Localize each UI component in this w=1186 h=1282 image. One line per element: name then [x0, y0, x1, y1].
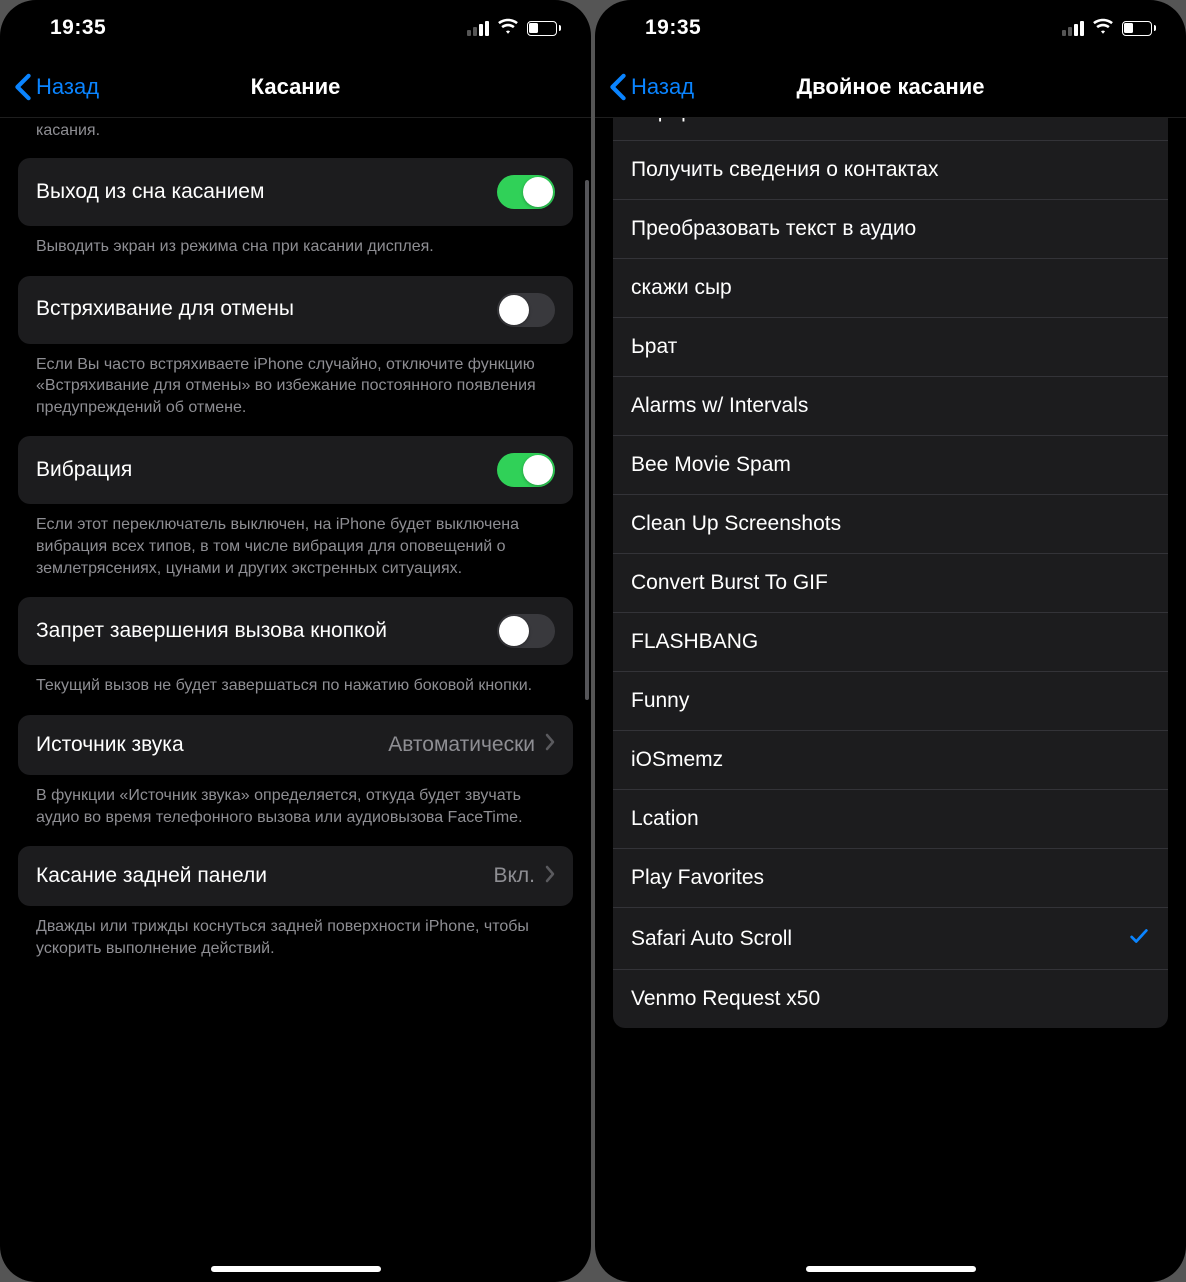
scroll-indicator[interactable]	[585, 180, 589, 700]
toggle-switch[interactable]	[497, 614, 555, 648]
row-footer: Текущий вызов не будет завершаться по на…	[18, 665, 573, 697]
list-item[interactable]: Funny	[613, 671, 1168, 730]
settings-group: Выход из сна касанием	[18, 158, 573, 226]
row-label: Запрет завершения вызова кнопкой	[36, 618, 497, 644]
row-footer: Выводить экран из режима сна при касании…	[18, 226, 573, 258]
list-item[interactable]: Bee Movie Spam	[613, 435, 1168, 494]
battery-icon	[1122, 21, 1157, 36]
list-item-label: Lcation	[631, 807, 1150, 831]
chevron-right-icon	[545, 733, 555, 756]
list-item[interactable]: iOSmemz	[613, 730, 1168, 789]
list-item-label: Ьрат	[631, 335, 1150, 359]
row-label: Вибрация	[36, 457, 497, 483]
list-item-label: Funny	[631, 689, 1150, 713]
status-time: 19:35	[50, 16, 106, 40]
list-item[interactable]: Получить сведения о контактах	[613, 140, 1168, 199]
wifi-icon	[1092, 15, 1114, 42]
list-item[interactable]: Перерыв	[613, 118, 1168, 140]
back-button[interactable]: Назад	[14, 73, 99, 101]
list-item[interactable]: Преобразовать текст в аудио	[613, 199, 1168, 258]
settings-list: касания. Выход из сна касанием Выводить э…	[0, 118, 591, 1282]
list-item-label: Clean Up Screenshots	[631, 512, 1150, 536]
list-item-label: Convert Burst To GIF	[631, 571, 1150, 595]
toggle-switch[interactable]	[497, 453, 555, 487]
list-item-label: Преобразовать текст в аудио	[631, 217, 1150, 241]
toggle-switch[interactable]	[497, 293, 555, 327]
list-item-label: Venmo Request x50	[631, 987, 1150, 1011]
row-footer: Дважды или трижды коснуться задней повер…	[18, 906, 573, 959]
settings-row[interactable]: Источник звукаАвтоматически	[18, 715, 573, 775]
list-item[interactable]: Alarms w/ Intervals	[613, 376, 1168, 435]
row-footer: Если этот переключатель выключен, на iPh…	[18, 504, 573, 579]
list-item[interactable]: Play Favorites	[613, 848, 1168, 907]
list-item-label: Bee Movie Spam	[631, 453, 1150, 477]
chevron-left-icon	[609, 73, 627, 101]
status-icons	[467, 15, 562, 42]
list-item-label: Safari Auto Scroll	[631, 927, 1128, 951]
cellular-signal-icon	[1062, 21, 1084, 36]
back-button[interactable]: Назад	[609, 73, 694, 101]
status-time: 19:35	[645, 16, 701, 40]
truncated-footer-text: касания.	[18, 118, 573, 140]
list-item-label: FLASHBANG	[631, 630, 1150, 654]
row-value: Автоматически	[388, 733, 535, 757]
list-item-label: Перерыв	[631, 118, 1150, 123]
checkmark-icon	[1128, 925, 1150, 952]
battery-icon	[527, 21, 562, 36]
settings-row[interactable]: Касание задней панелиВкл.	[18, 846, 573, 906]
list-item[interactable]: Convert Burst To GIF	[613, 553, 1168, 612]
nav-bar: Назад Касание	[0, 56, 591, 118]
list-item[interactable]: Ьрат	[613, 317, 1168, 376]
list-item[interactable]: скажи сыр	[613, 258, 1168, 317]
row-label: Встряхивание для отмены	[36, 296, 497, 322]
cellular-signal-icon	[467, 21, 489, 36]
list-item-label: Alarms w/ Intervals	[631, 394, 1150, 418]
wifi-icon	[497, 15, 519, 42]
status-bar: 19:35	[0, 0, 591, 56]
list-item[interactable]: FLASHBANG	[613, 612, 1168, 671]
settings-row: Выход из сна касанием	[18, 158, 573, 226]
status-icons	[1062, 15, 1157, 42]
settings-group: Вибрация	[18, 436, 573, 504]
row-label: Касание задней панели	[36, 863, 493, 889]
list-item-label: Play Favorites	[631, 866, 1150, 890]
shortcut-list: Перерыв Получить сведения о контактах Прео…	[595, 118, 1186, 1282]
settings-group: Запрет завершения вызова кнопкой	[18, 597, 573, 665]
settings-row: Встряхивание для отмены	[18, 276, 573, 344]
row-footer: В функции «Источник звука» определяется,…	[18, 775, 573, 828]
list-item[interactable]: Clean Up Screenshots	[613, 494, 1168, 553]
right-screenshot: 19:35 Назад Двойное касание Перерыв Получ…	[595, 0, 1186, 1282]
chevron-right-icon	[545, 865, 555, 888]
left-screenshot: 19:35 Назад Касание касания. Выход из сн…	[0, 0, 591, 1282]
list-item-label: iOSmemz	[631, 748, 1150, 772]
settings-group: Источник звукаАвтоматически	[18, 715, 573, 775]
status-bar: 19:35	[595, 0, 1186, 56]
back-label: Назад	[631, 74, 694, 100]
row-value: Вкл.	[493, 864, 535, 888]
home-indicator[interactable]	[211, 1266, 381, 1272]
home-indicator[interactable]	[806, 1266, 976, 1272]
list-item-label: Получить сведения о контактах	[631, 158, 1150, 182]
nav-bar: Назад Двойное касание	[595, 56, 1186, 118]
row-label: Источник звука	[36, 732, 388, 758]
list-item[interactable]: Lcation	[613, 789, 1168, 848]
list-item-label: скажи сыр	[631, 276, 1150, 300]
list-item[interactable]: Venmo Request x50	[613, 969, 1168, 1028]
settings-group: Касание задней панелиВкл.	[18, 846, 573, 906]
settings-row: Вибрация	[18, 436, 573, 504]
settings-group: Встряхивание для отмены	[18, 276, 573, 344]
toggle-switch[interactable]	[497, 175, 555, 209]
chevron-left-icon	[14, 73, 32, 101]
row-label: Выход из сна касанием	[36, 179, 497, 205]
row-footer: Если Вы часто встряхиваете iPhone случай…	[18, 344, 573, 419]
list-item[interactable]: Safari Auto Scroll	[613, 907, 1168, 969]
back-label: Назад	[36, 74, 99, 100]
settings-row: Запрет завершения вызова кнопкой	[18, 597, 573, 665]
